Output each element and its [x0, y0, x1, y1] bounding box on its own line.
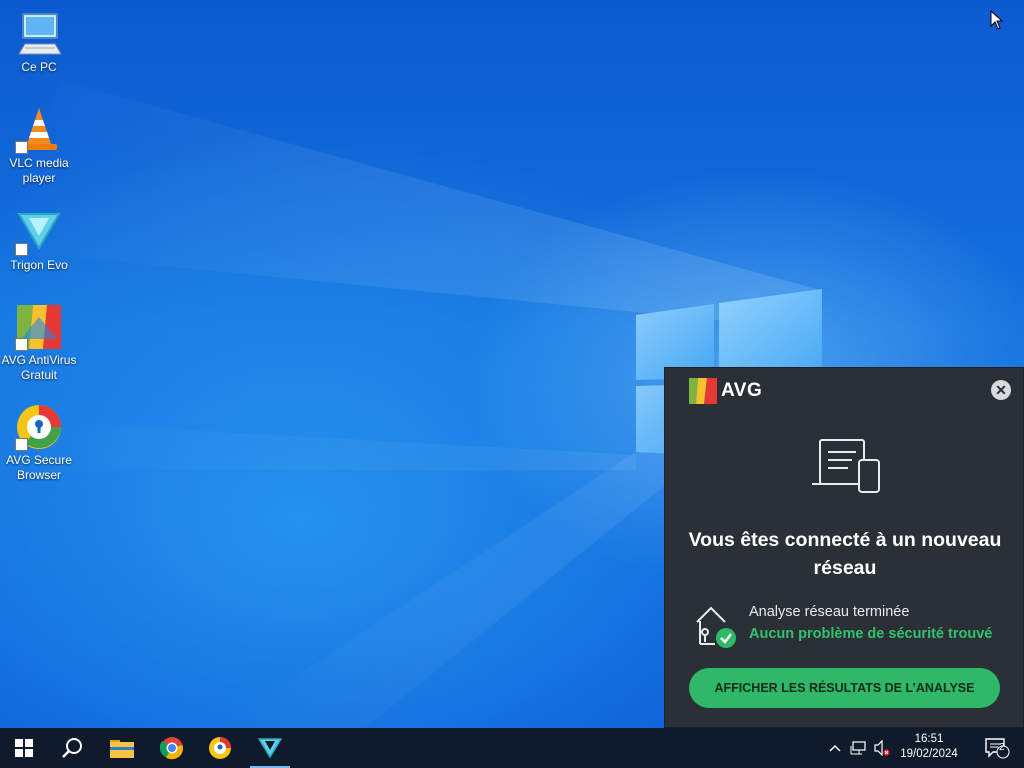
taskbar-chrome[interactable]: [148, 728, 196, 768]
taskbar-trigon-evo[interactable]: [246, 728, 294, 768]
avg-secure-browser-icon: [209, 737, 231, 759]
taskbar-file-explorer[interactable]: [98, 728, 146, 768]
show-scan-results-button[interactable]: AFFICHER LES RÉSULTATS DE L’ANALYSE: [689, 668, 1000, 708]
desktop-icon-label: Trigon Evo: [10, 258, 68, 272]
action-center-button[interactable]: 2: [974, 728, 1020, 768]
desktop-icon-label: Ce PC: [21, 60, 57, 74]
devices-illustration-icon: [812, 439, 880, 493]
search-icon: [62, 738, 82, 758]
network-icon: [850, 741, 866, 755]
network-tray-button[interactable]: [846, 728, 870, 768]
chevron-up-icon: [829, 744, 841, 752]
search-button[interactable]: [48, 728, 96, 768]
clock-time: 16:51: [914, 733, 944, 745]
desktop-icon-label: VLC media player: [9, 156, 69, 185]
desktop-icon-label: AVG Secure Browser: [6, 453, 72, 482]
avg-notification-popup: AVG ✕ Vous êtes connecté à un nouveau ré…: [664, 367, 1024, 728]
taskbar: 16:51 19/02/2024 2: [0, 728, 1024, 768]
avg-brand-text: AVG: [721, 380, 763, 401]
show-hidden-icons-button[interactable]: [824, 728, 846, 768]
taskbar-avg-secure-browser[interactable]: [196, 728, 244, 768]
notifications-icon: [985, 738, 1010, 759]
desktop-icon-label: AVG AntiVirus Gratuit: [1, 353, 77, 382]
desktop-icon-avg-secure-browser[interactable]: AVG Secure Browser: [0, 403, 78, 483]
start-button[interactable]: [0, 728, 48, 768]
file-explorer-icon: [110, 740, 134, 758]
clock[interactable]: 16:51 19/02/2024: [894, 728, 964, 768]
desktop-icon-vlc[interactable]: VLC media player: [0, 106, 78, 186]
popup-title: Vous êtes connecté à un nouveau réseau: [688, 529, 1002, 579]
shortcut-arrow-icon: [15, 438, 28, 451]
scan-result-text: Aucun problème de sécurité trouvé: [749, 626, 993, 642]
trigon-evo-icon: [15, 208, 63, 256]
network-secure-icon: [696, 606, 736, 648]
shortcut-arrow-icon: [15, 243, 28, 256]
desktop-icon-this-pc[interactable]: Ce PC: [0, 10, 78, 75]
shortcut-arrow-icon: [15, 338, 28, 351]
system-tray: 16:51 19/02/2024 2: [824, 728, 1024, 768]
volume-muted-icon: [874, 740, 890, 756]
shortcut-arrow-icon: [15, 141, 28, 154]
this-pc-icon: [15, 10, 63, 58]
chrome-icon: [160, 737, 184, 760]
clock-date: 19/02/2024: [900, 748, 958, 760]
close-button[interactable]: ✕: [991, 380, 1011, 400]
desktop-icon-trigon-evo[interactable]: Trigon Evo: [0, 208, 78, 273]
scan-status-text: Analyse réseau terminée: [749, 604, 910, 620]
desktop-icon-avg-antivirus[interactable]: AVG AntiVirus Gratuit: [0, 303, 78, 383]
avg-logo-icon: [689, 378, 717, 404]
vlc-icon: [15, 106, 63, 154]
close-icon: ✕: [995, 382, 1007, 398]
start-icon: [15, 739, 33, 757]
volume-tray-button[interactable]: [870, 728, 894, 768]
mouse-cursor-icon: [990, 10, 1004, 30]
avg-secure-browser-icon: [15, 403, 63, 451]
trigon-evo-icon: [258, 738, 282, 759]
avg-antivirus-icon: [15, 303, 63, 351]
avg-logo: AVG: [689, 376, 762, 406]
notification-count-badge: 2: [999, 742, 1005, 753]
